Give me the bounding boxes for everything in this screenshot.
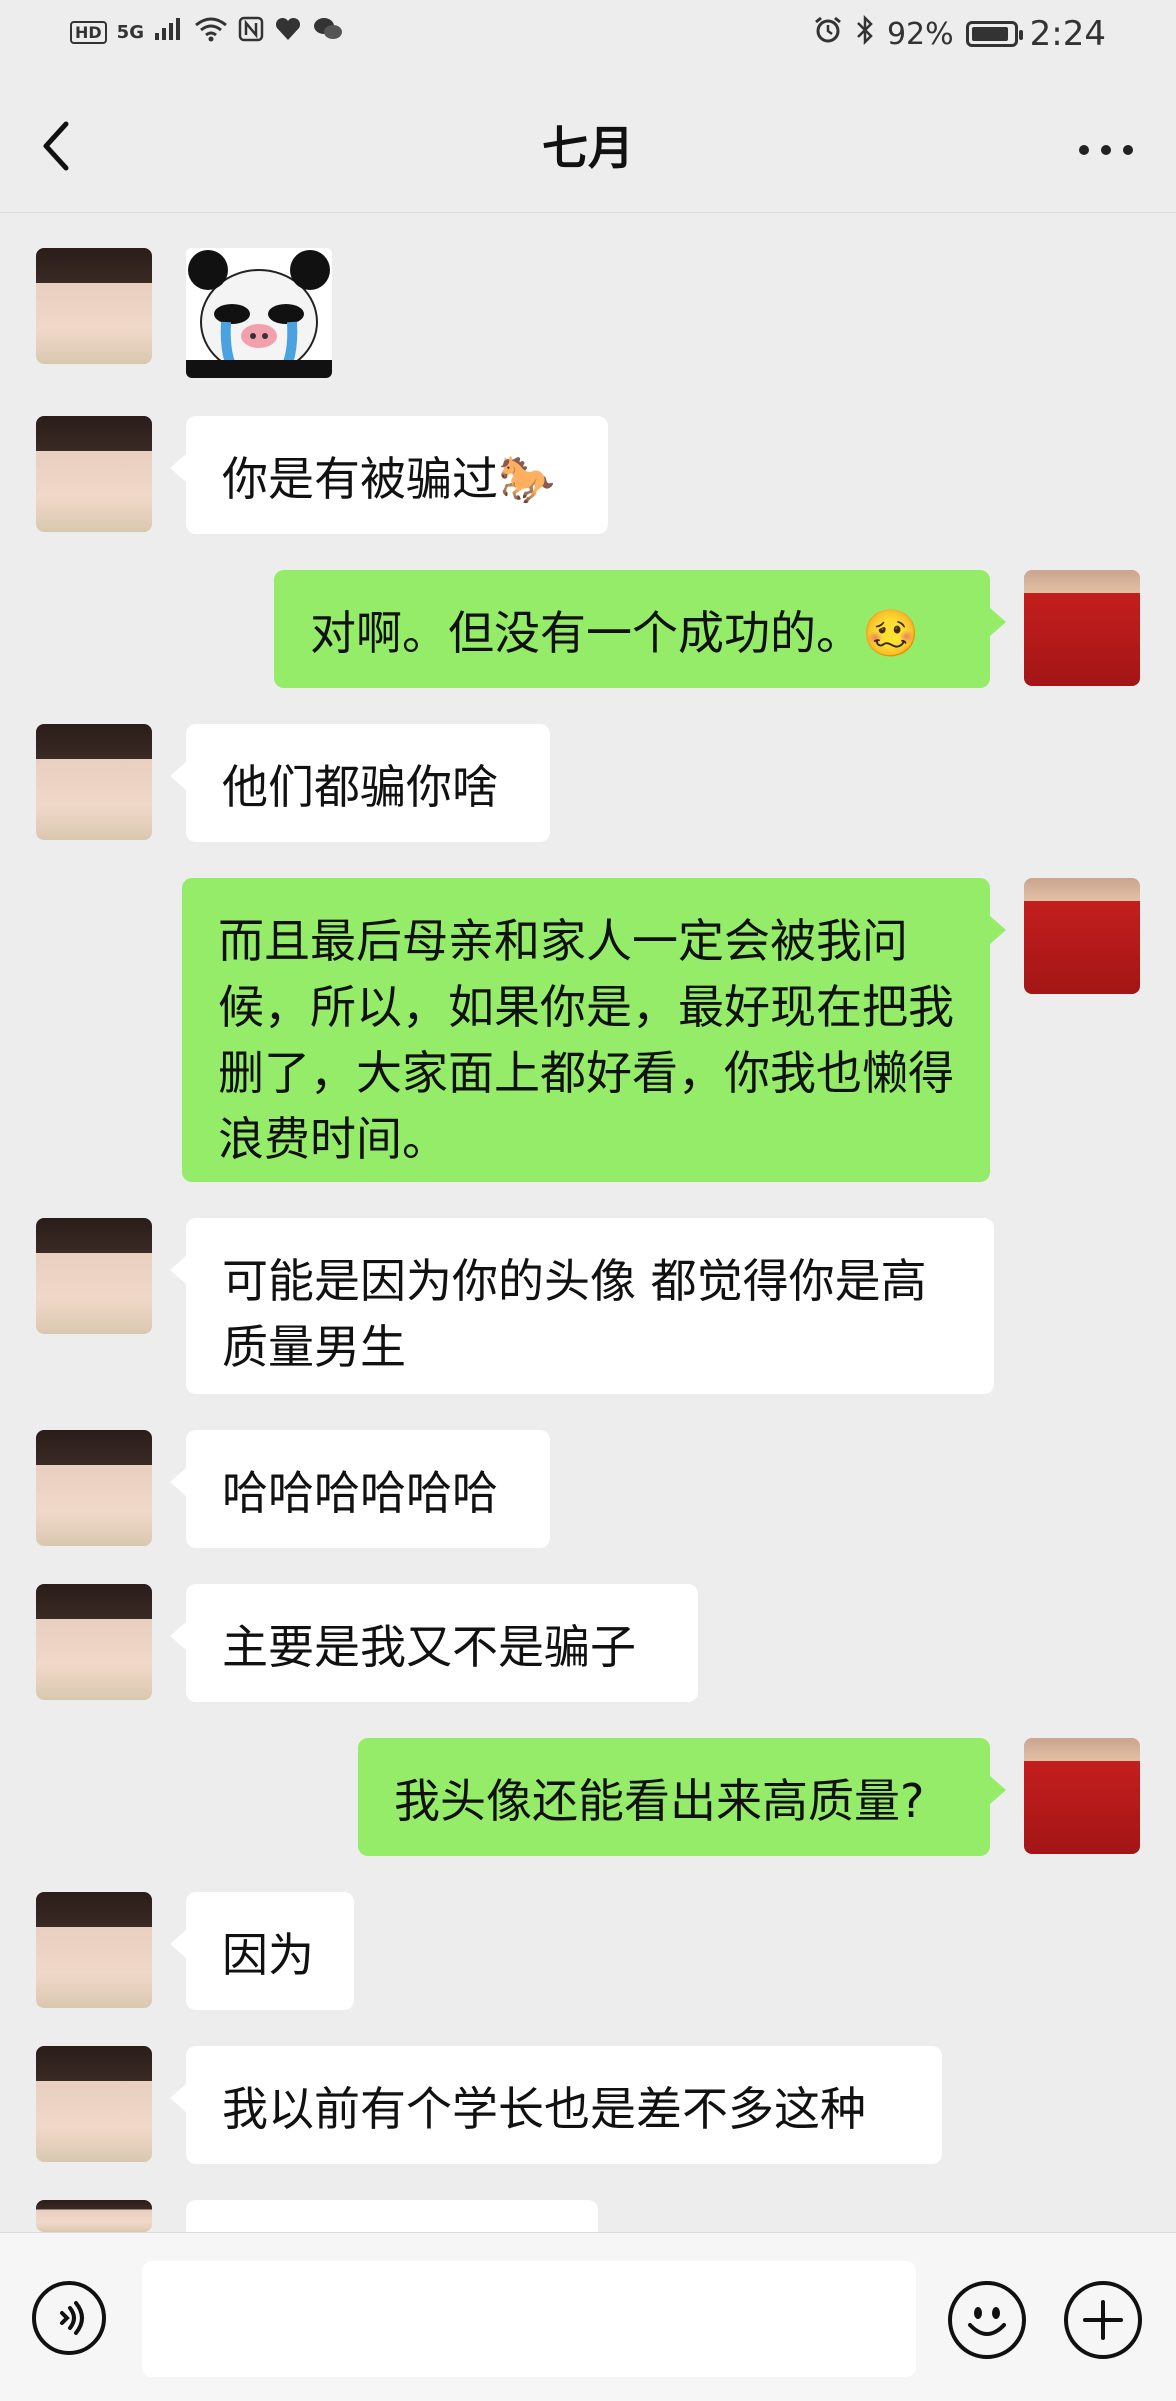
status-bar: HD 5G 92% 2:24 — [0, 0, 1176, 72]
plus-button[interactable] — [1064, 2281, 1142, 2359]
message-bubble[interactable]: 对啊。但没有一个成功的。🥴 — [274, 570, 1006, 688]
bluetooth-icon — [855, 14, 875, 53]
avatar[interactable] — [36, 2046, 152, 2162]
hd-badge: HD — [70, 20, 107, 44]
message-bubble[interactable]: 因为 — [170, 1892, 354, 2010]
message-bubble[interactable]: 可能是因为你的头像 都觉得你是高质量男生 — [170, 1218, 994, 1394]
battery-level — [971, 27, 1009, 41]
message-bubble[interactable]: 你是有被骗过🐎 — [170, 416, 608, 534]
message-bubble[interactable]: 我头像还能看出来高质量? — [358, 1738, 1006, 1856]
avatar[interactable] — [1024, 570, 1140, 686]
avatar[interactable] — [1024, 878, 1140, 994]
voice-button[interactable] — [32, 2281, 106, 2355]
avatar[interactable] — [36, 1218, 152, 1334]
chat-header: 七月 — [0, 72, 1176, 213]
health-heart-icon — [274, 16, 302, 48]
message-bubble[interactable] — [186, 2200, 598, 2232]
message-bubble[interactable]: 他们都骗你啥 — [170, 724, 550, 842]
alarm-icon — [813, 15, 843, 53]
wechat-icon — [312, 16, 344, 48]
voice-icon — [60, 2301, 84, 2335]
wifi-icon — [194, 16, 228, 48]
emoji-button[interactable] — [948, 2281, 1026, 2359]
nfc-icon — [238, 16, 264, 48]
avatar[interactable] — [36, 416, 152, 532]
avatar[interactable] — [36, 2200, 152, 2232]
avatar[interactable] — [36, 1430, 152, 1546]
avatar[interactable] — [36, 1892, 152, 2008]
plus-icon — [1083, 2300, 1123, 2340]
avatar[interactable] — [36, 1584, 152, 1700]
message-bubble[interactable]: 我以前有个学长也是差不多这种 — [170, 2046, 942, 2164]
more-button[interactable] — [1076, 120, 1136, 171]
avatar[interactable] — [36, 248, 152, 364]
emoji-icon — [968, 2307, 1006, 2336]
signal-icon — [154, 17, 184, 47]
status-left: HD 5G — [70, 16, 344, 48]
input-bar — [0, 2232, 1176, 2401]
message-input[interactable] — [142, 2261, 916, 2377]
avatar[interactable] — [1024, 1738, 1140, 1854]
message-bubble[interactable]: 而且最后母亲和家人一定会被我问候，所以，如果你是，最好现在把我删了，大家面上都好… — [182, 878, 1006, 1182]
panda-crying-sticker[interactable] — [186, 248, 332, 378]
chat-title: 七月 — [542, 121, 634, 175]
more-dots-icon — [1079, 145, 1133, 155]
network-label: 5G — [116, 21, 144, 43]
message-bubble[interactable]: 主要是我又不是骗子 — [170, 1584, 698, 1702]
battery-percent: 92% — [886, 16, 954, 52]
clock: 2:24 — [1029, 14, 1106, 54]
battery-icon — [965, 21, 1023, 47]
status-right: 92% 2:24 — [813, 14, 1106, 54]
message-bubble[interactable]: 哈哈哈哈哈哈 — [170, 1430, 550, 1548]
avatar[interactable] — [36, 724, 152, 840]
